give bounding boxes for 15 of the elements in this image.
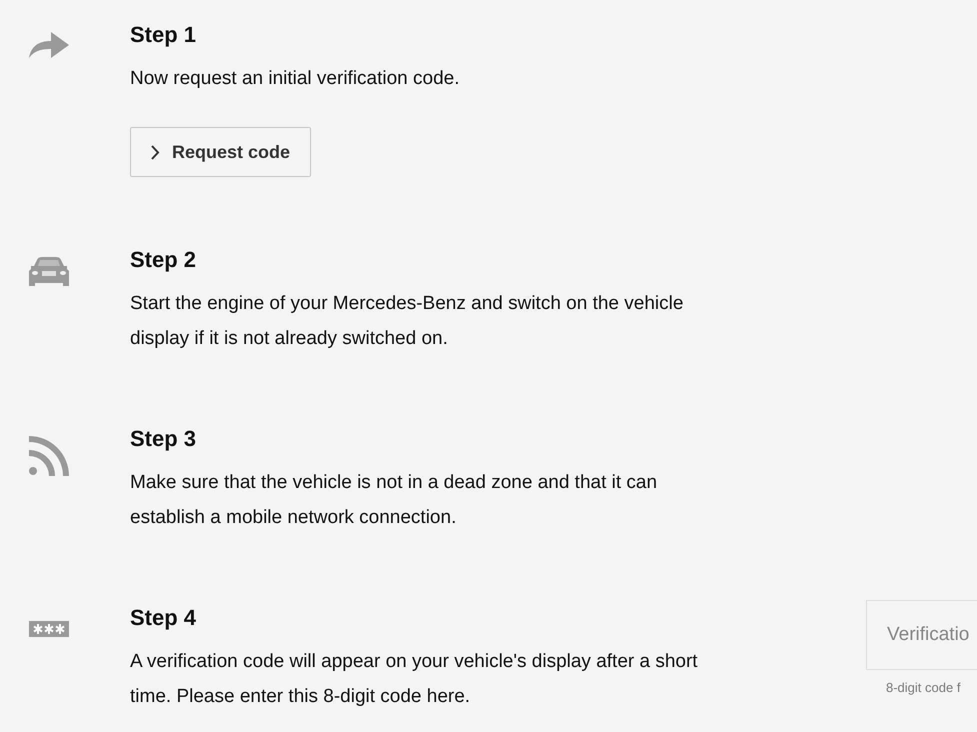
request-code-button[interactable]: Request code bbox=[130, 127, 312, 177]
step-title: Step 4 bbox=[130, 605, 198, 631]
signal-icon bbox=[29, 436, 69, 476]
step-description: Now request an initial verification code. bbox=[130, 67, 461, 91]
step-description: Make sure that the vehicle is not in a dead zone and that it can establish a mobile network connection. bbox=[130, 471, 658, 530]
field-hint: 8-digit code f bbox=[885, 679, 962, 697]
step-title: Step 3 bbox=[130, 426, 198, 452]
step-title: Step 1 bbox=[130, 22, 198, 48]
password-icon bbox=[29, 620, 69, 637]
car-icon bbox=[29, 257, 69, 287]
share-arrow-icon bbox=[29, 32, 69, 60]
step-description: Start the engine of your Mercedes-Benz and switch on the vehicle display if it is not already switched on. bbox=[130, 292, 684, 351]
chevron-icon bbox=[151, 144, 160, 160]
step-description: A verification code will appear on your vehicle's display after a short time. Please enter this 8-digit code here. bbox=[130, 650, 699, 709]
step-title: Step 2 bbox=[130, 247, 198, 273]
